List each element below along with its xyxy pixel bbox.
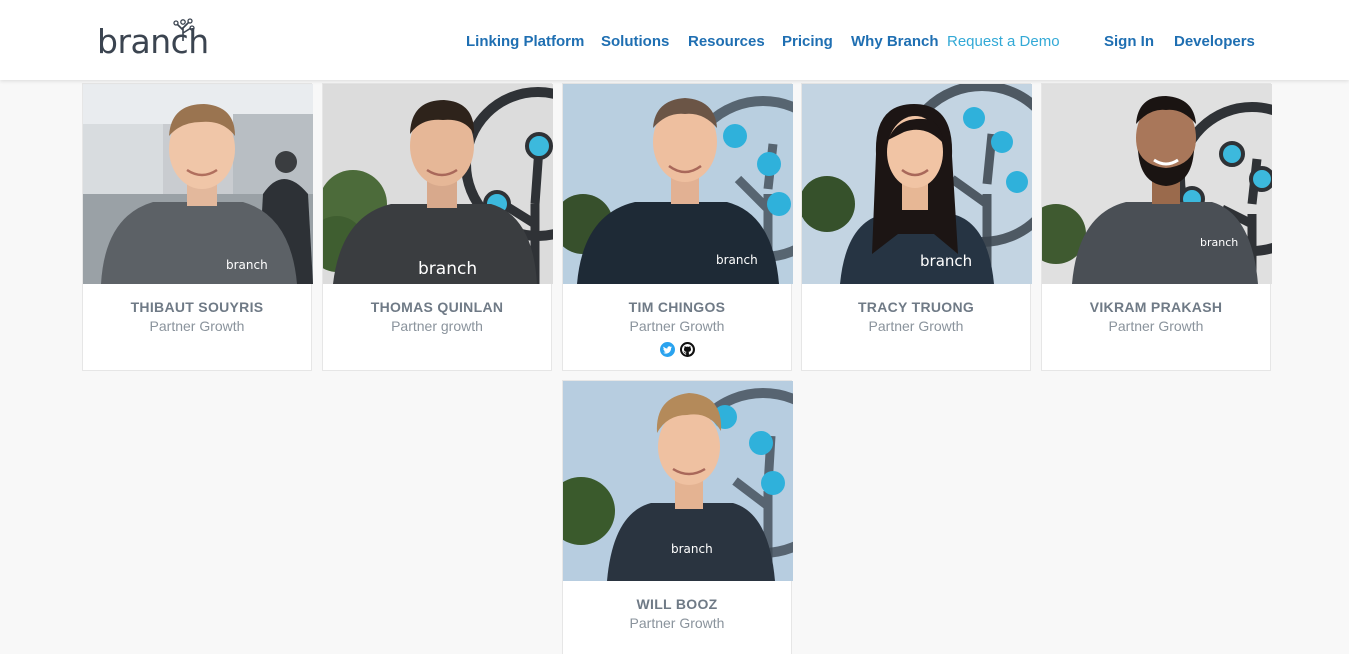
team-member-name: TRACY TRUONG bbox=[857, 299, 975, 315]
team-member-info: TRACY TRUONG Partner Growth bbox=[802, 284, 1030, 336]
shirt-logo-text: branch bbox=[226, 258, 268, 272]
team-member-card: branch VIKRAM PRAKASH Partner Growth bbox=[1041, 83, 1272, 371]
team-member-card: branch THOMAS QUINLAN Partner growth bbox=[322, 83, 553, 371]
shirt-logo-text: branch bbox=[716, 253, 758, 267]
team-member-name: TIM CHINGOS bbox=[628, 299, 726, 315]
team-member-info: WILL BOOZ Partner Growth bbox=[563, 581, 791, 633]
nav-linking-platform[interactable]: Linking Platform bbox=[466, 31, 584, 53]
github-icon[interactable] bbox=[679, 342, 695, 357]
nav-developers[interactable]: Developers bbox=[1174, 31, 1255, 53]
team-member-card: branch TIM CHINGOS Partner Growth bbox=[562, 83, 793, 371]
shirt-logo-text: branch bbox=[1200, 236, 1238, 249]
team-member-role: Partner Growth bbox=[629, 318, 725, 334]
team-member-role: Partner Growth bbox=[868, 318, 964, 334]
team-member-photo: branch bbox=[1042, 84, 1272, 284]
team-member-photo: branch bbox=[323, 84, 553, 284]
team-member-role: Partner Growth bbox=[149, 318, 245, 334]
team-member-name: THIBAUT SOUYRIS bbox=[130, 299, 264, 315]
site-header: branch Linking Platform Solutions Resour… bbox=[0, 0, 1349, 80]
team-member-card: branch THIBAUT SOUYRIS Partner Growth bbox=[82, 83, 313, 371]
team-member-photo: branch bbox=[802, 84, 1032, 284]
team-member-name: WILL BOOZ bbox=[636, 596, 718, 612]
team-member-photo: branch bbox=[83, 84, 313, 284]
team-member-card: branch WILL BOOZ Partner Growth bbox=[562, 380, 793, 654]
twitter-icon[interactable] bbox=[659, 342, 675, 357]
nav-request-demo[interactable]: Request a Demo bbox=[947, 31, 1060, 53]
team-member-info: TIM CHINGOS Partner Growth bbox=[563, 284, 791, 357]
team-member-photo: branch bbox=[563, 381, 793, 581]
team-member-info: VIKRAM PRAKASH Partner Growth bbox=[1042, 284, 1270, 336]
nav-why-branch[interactable]: Why Branch bbox=[851, 31, 939, 53]
team-member-role: Partner Growth bbox=[1108, 318, 1204, 334]
team-member-name: THOMAS QUINLAN bbox=[370, 299, 504, 315]
nav-solutions[interactable]: Solutions bbox=[601, 31, 669, 53]
shirt-logo-text: branch bbox=[418, 259, 477, 279]
shirt-logo-text: branch bbox=[671, 542, 713, 556]
main-nav: Linking Platform Solutions Resources Pri… bbox=[0, 31, 1349, 53]
team-member-role: Partner growth bbox=[391, 318, 483, 334]
nav-resources[interactable]: Resources bbox=[688, 31, 765, 53]
team-member-info: THIBAUT SOUYRIS Partner Growth bbox=[83, 284, 311, 336]
team-member-info: THOMAS QUINLAN Partner growth bbox=[323, 284, 551, 336]
team-member-card: branch TRACY TRUONG Partner Growth bbox=[801, 83, 1032, 371]
nav-sign-in[interactable]: Sign In bbox=[1104, 31, 1154, 53]
team-member-name: VIKRAM PRAKASH bbox=[1089, 299, 1223, 315]
shirt-logo-text: branch bbox=[920, 252, 972, 270]
team-member-role: Partner Growth bbox=[629, 615, 725, 631]
nav-pricing[interactable]: Pricing bbox=[782, 31, 833, 53]
social-links bbox=[563, 342, 791, 357]
team-member-photo: branch bbox=[563, 84, 793, 284]
